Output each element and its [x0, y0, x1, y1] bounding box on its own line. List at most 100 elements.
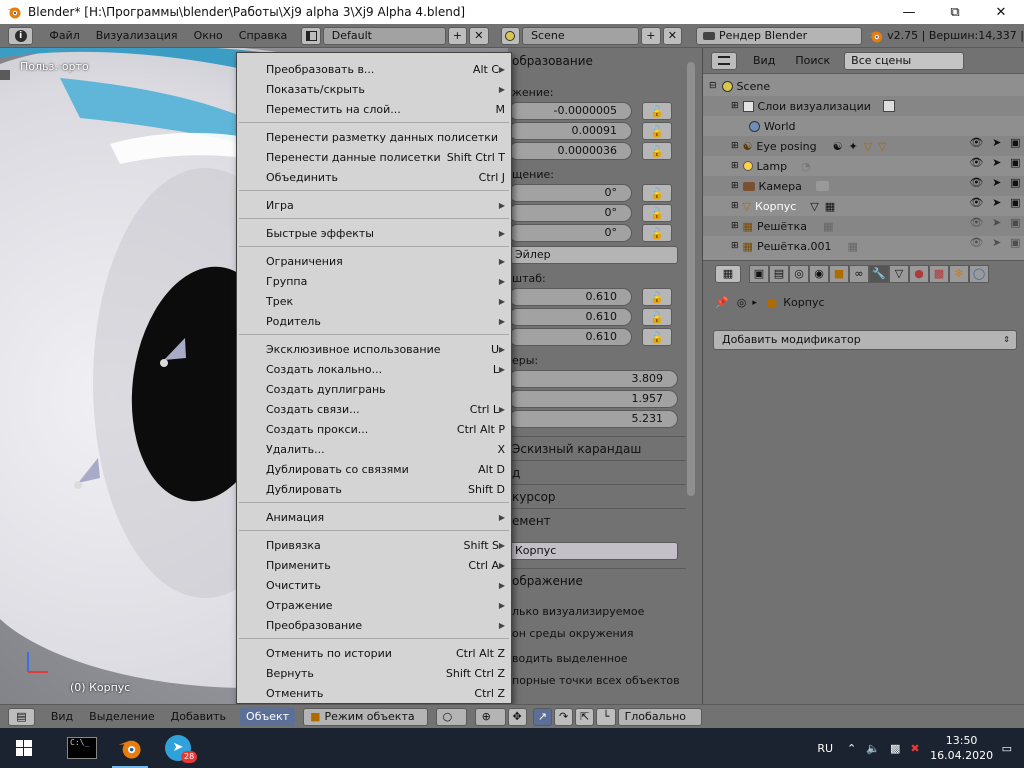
pin-icon[interactable]: 📌 [715, 296, 729, 309]
object-menu-item[interactable]: Дублировать Shift D [237, 479, 511, 499]
object-menu-item[interactable]: Преобразовать в... Alt C ▶ [237, 59, 511, 79]
menu-window[interactable]: Окно [186, 29, 231, 42]
translate-manipulator-button[interactable]: ↗ [532, 707, 552, 726]
outliner-menu-view[interactable]: Вид [753, 54, 775, 67]
scene-field[interactable]: Scene [522, 26, 640, 45]
render-layers-tab[interactable]: ▤ [769, 264, 789, 283]
object-menu-item[interactable]: Дублировать со связями Alt D [237, 459, 511, 479]
lock-rotation-z-button[interactable]: 🔓 [642, 224, 672, 242]
scale-y-field[interactable]: 0.610 [508, 308, 632, 326]
dimension-x-field[interactable]: 3.809 [508, 370, 678, 388]
cursor-select-icon[interactable]: ➤ [992, 176, 1001, 196]
add-modifier-dropdown[interactable]: Добавить модификатор ⇕ [713, 330, 1017, 350]
outliner-row-scene[interactable]: ⊟ Scene [703, 76, 1024, 96]
render-camera-icon[interactable]: ▣ [1010, 176, 1020, 196]
render-camera-icon[interactable]: ▣ [1010, 136, 1020, 156]
location-x-field[interactable]: -0.0000005 [508, 102, 632, 120]
physics-tab[interactable]: ◯ [969, 264, 989, 283]
render-camera-icon[interactable]: ▣ [1010, 196, 1020, 216]
render-camera-icon[interactable]: ▣ [1010, 236, 1020, 256]
option-only-render[interactable]: лько визуализируемое [512, 605, 644, 618]
add-layout-button[interactable]: + [447, 26, 468, 45]
object-menu-item[interactable]: Преобразование ▶ [237, 615, 511, 635]
render-tab[interactable]: ▣ [749, 264, 769, 283]
eye-icon[interactable]: 👁 [969, 196, 983, 216]
render-camera-icon[interactable]: ▣ [1010, 216, 1020, 236]
dimension-y-field[interactable]: 1.957 [508, 390, 678, 408]
object-menu-item[interactable]: Группа ▶ [237, 271, 511, 291]
lock-location-x-button[interactable]: 🔓 [642, 102, 672, 120]
outliner-row-render-layers[interactable]: ⊞ Слои визуализации [703, 96, 1024, 116]
viewport-shading-select[interactable]: ○ [435, 707, 467, 726]
properties-scrollbar[interactable] [687, 62, 695, 496]
outliner-row-world[interactable]: World [703, 116, 1024, 136]
modifiers-tab[interactable]: 🔧 [869, 264, 889, 283]
object-menu-item[interactable]: Быстрые эффекты ▶ [237, 223, 511, 243]
object-menu-item[interactable]: Создать локально... L ▶ [237, 359, 511, 379]
lock-rotation-x-button[interactable]: 🔓 [642, 184, 672, 202]
option-outline-selected[interactable]: водить выделенное [512, 652, 628, 665]
location-z-field[interactable]: 0.0000036 [508, 142, 632, 160]
start-button[interactable] [0, 728, 48, 768]
interaction-mode-select[interactable]: ■ Режим объекта [303, 707, 428, 726]
panel-grease-pencil[interactable]: Эскизный карандаш [508, 436, 686, 460]
panel-view[interactable]: д [508, 460, 686, 484]
lock-location-z-button[interactable]: 🔓 [642, 142, 672, 160]
clock[interactable]: 13:50 16.04.2020 [926, 733, 998, 763]
location-y-field[interactable]: 0.00091 [508, 122, 632, 140]
object-menu-item[interactable]: Создать прокси... Ctrl Alt P [237, 419, 511, 439]
pivot-point-select[interactable]: ⊕ [474, 707, 506, 726]
chevron-up-icon[interactable]: ⌃ [847, 742, 856, 755]
eye-icon[interactable]: 👁 [969, 136, 983, 156]
network-icon[interactable]: ▩ [890, 742, 900, 755]
language-indicator[interactable]: RU [817, 742, 833, 755]
material-tab[interactable]: ● [909, 264, 929, 283]
menu-file[interactable]: Файл [41, 29, 87, 42]
object-menu-item[interactable]: Переместить на слой... M [237, 99, 511, 119]
texture-tab[interactable]: ▩ [929, 264, 949, 283]
eye-closed-icon[interactable]: 👁 [969, 216, 983, 236]
viewport-menu-view[interactable]: Вид [43, 710, 81, 723]
render-camera-icon[interactable]: ▣ [1010, 156, 1020, 176]
item-name-field[interactable]: Корпус [508, 542, 678, 560]
cursor-select-icon[interactable]: ➤ [992, 236, 1001, 256]
object-menu-item[interactable]: Перенести разметку данных полисетки [237, 127, 511, 147]
scale-manipulator-button[interactable]: ⇱ [575, 707, 595, 726]
properties-editor-type-button[interactable]: ▦ [715, 264, 741, 283]
outliner-filter-select[interactable]: Все сцены [844, 51, 965, 70]
object-menu-item[interactable]: Объединить Ctrl J [237, 167, 511, 187]
remove-layout-button[interactable]: ✕ [469, 26, 489, 45]
object-menu-item[interactable]: Привязка Shift S ▶ [237, 535, 511, 555]
cursor-select-icon[interactable]: ➤ [992, 136, 1001, 156]
add-scene-button[interactable]: + [641, 26, 661, 45]
lock-scale-x-button[interactable]: 🔓 [642, 288, 672, 306]
object-menu-item[interactable]: Очистить ▶ [237, 575, 511, 595]
lock-scale-y-button[interactable]: 🔓 [642, 308, 672, 326]
data-tab[interactable]: ▽ [889, 264, 909, 283]
scene-tab[interactable]: ◎ [789, 264, 809, 283]
taskbar-cmd[interactable]: C:\_ [58, 728, 106, 768]
viewport-editor-type-button[interactable]: ▤ [8, 707, 35, 726]
remove-scene-button[interactable]: ✕ [662, 26, 683, 45]
dimension-z-field[interactable]: 5.231 [508, 410, 678, 428]
scale-z-field[interactable]: 0.610 [508, 328, 632, 346]
outliner-menu-search[interactable]: Поиск [795, 54, 830, 67]
speaker-icon[interactable]: 🔈 [866, 742, 880, 755]
lock-rotation-y-button[interactable]: 🔓 [642, 204, 672, 222]
restore-button[interactable]: ⧉ [932, 0, 978, 24]
object-menu-item[interactable]: Трек ▶ [237, 291, 511, 311]
menu-help[interactable]: Справка [231, 29, 295, 42]
render-engine-select[interactable]: Рендер Blender [696, 26, 862, 45]
object-menu-item[interactable]: Создать дуплигрань [237, 379, 511, 399]
option-world-background[interactable]: он среды окружения [512, 627, 634, 640]
viewport-menu-add[interactable]: Добавить [163, 710, 234, 723]
option-all-origins[interactable]: порные точки всех объектов [512, 674, 680, 687]
scale-manipulator-button-2[interactable]: └ [596, 707, 616, 726]
object-menu-item[interactable]: Родитель ▶ [237, 311, 511, 331]
viewport-menu-select[interactable]: Выделение [81, 710, 163, 723]
layout-field[interactable]: Default [322, 26, 446, 45]
scene-browse-button[interactable] [500, 26, 521, 45]
object-menu-item[interactable]: Удалить... X [237, 439, 511, 459]
object-menu-item[interactable]: Отменить по истории Ctrl Alt Z [237, 643, 511, 663]
close-button[interactable]: ✕ [978, 0, 1024, 24]
